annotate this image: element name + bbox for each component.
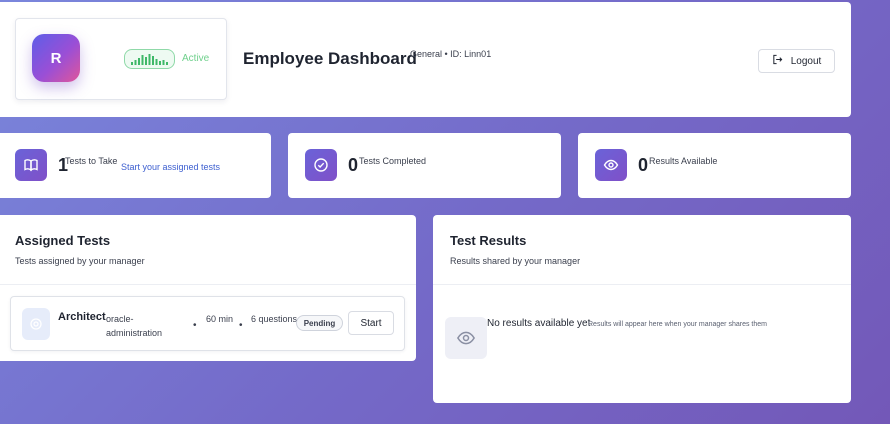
- stat-label: Tests to Take: [65, 156, 118, 166]
- divider: [0, 284, 416, 285]
- book-icon: [15, 149, 47, 181]
- logout-icon: [772, 54, 783, 68]
- test-name: Architect: [58, 311, 106, 323]
- stat-card-tests-to-take: 1 Tests to Take Start your assigned test…: [0, 133, 271, 198]
- check-circle-icon: [305, 149, 337, 181]
- eye-icon: [595, 149, 627, 181]
- section-subtitle: Tests assigned by your manager: [15, 256, 145, 266]
- page-title: Employee Dashboard: [243, 49, 417, 68]
- assigned-tests-card: Assigned Tests Tests assigned by your ma…: [0, 215, 416, 361]
- logout-label: Logout: [790, 55, 822, 67]
- test-question-count: 6 questions: [251, 314, 298, 324]
- logout-button[interactable]: Logout: [758, 49, 835, 73]
- avatar: R: [32, 34, 80, 82]
- test-results-card: Test Results Results shared by your mana…: [433, 215, 851, 403]
- section-title: Assigned Tests: [15, 233, 111, 248]
- eye-icon: [445, 317, 487, 359]
- test-icon: [22, 308, 50, 340]
- empty-state-title: No results available yet: [487, 318, 591, 329]
- section-title: Test Results: [450, 233, 527, 248]
- status-label: Active: [182, 53, 210, 64]
- header-card: R Active Employee Dashboard General • ID…: [0, 2, 851, 117]
- stat-label: Results Available: [649, 156, 718, 166]
- department-info: General • ID: Linn01: [410, 49, 492, 59]
- stat-label: Tests Completed: [359, 156, 427, 166]
- empty-state-subtitle: Results will appear here when your manag…: [588, 321, 767, 328]
- stat-card-tests-completed: 0 Tests Completed: [288, 133, 561, 198]
- separator-dot: •: [193, 320, 197, 331]
- start-tests-link[interactable]: Start your assigned tests: [121, 162, 220, 172]
- test-duration: 60 min: [206, 314, 234, 324]
- test-list-item: Architect oracle-administration • 60 min…: [10, 296, 405, 351]
- stat-value: 0: [638, 155, 649, 175]
- section-subtitle: Results shared by your manager: [450, 256, 581, 266]
- separator-dot: •: [239, 320, 243, 331]
- divider: [433, 284, 851, 285]
- stat-value: 0: [348, 155, 359, 175]
- profile-card: R Active: [15, 18, 227, 100]
- test-category: oracle-administration: [106, 314, 163, 338]
- activity-signal-icon: [124, 49, 175, 69]
- start-test-button[interactable]: Start: [348, 311, 394, 335]
- status-badge: Pending: [296, 315, 343, 331]
- stat-card-results-available: 0 Results Available: [578, 133, 851, 198]
